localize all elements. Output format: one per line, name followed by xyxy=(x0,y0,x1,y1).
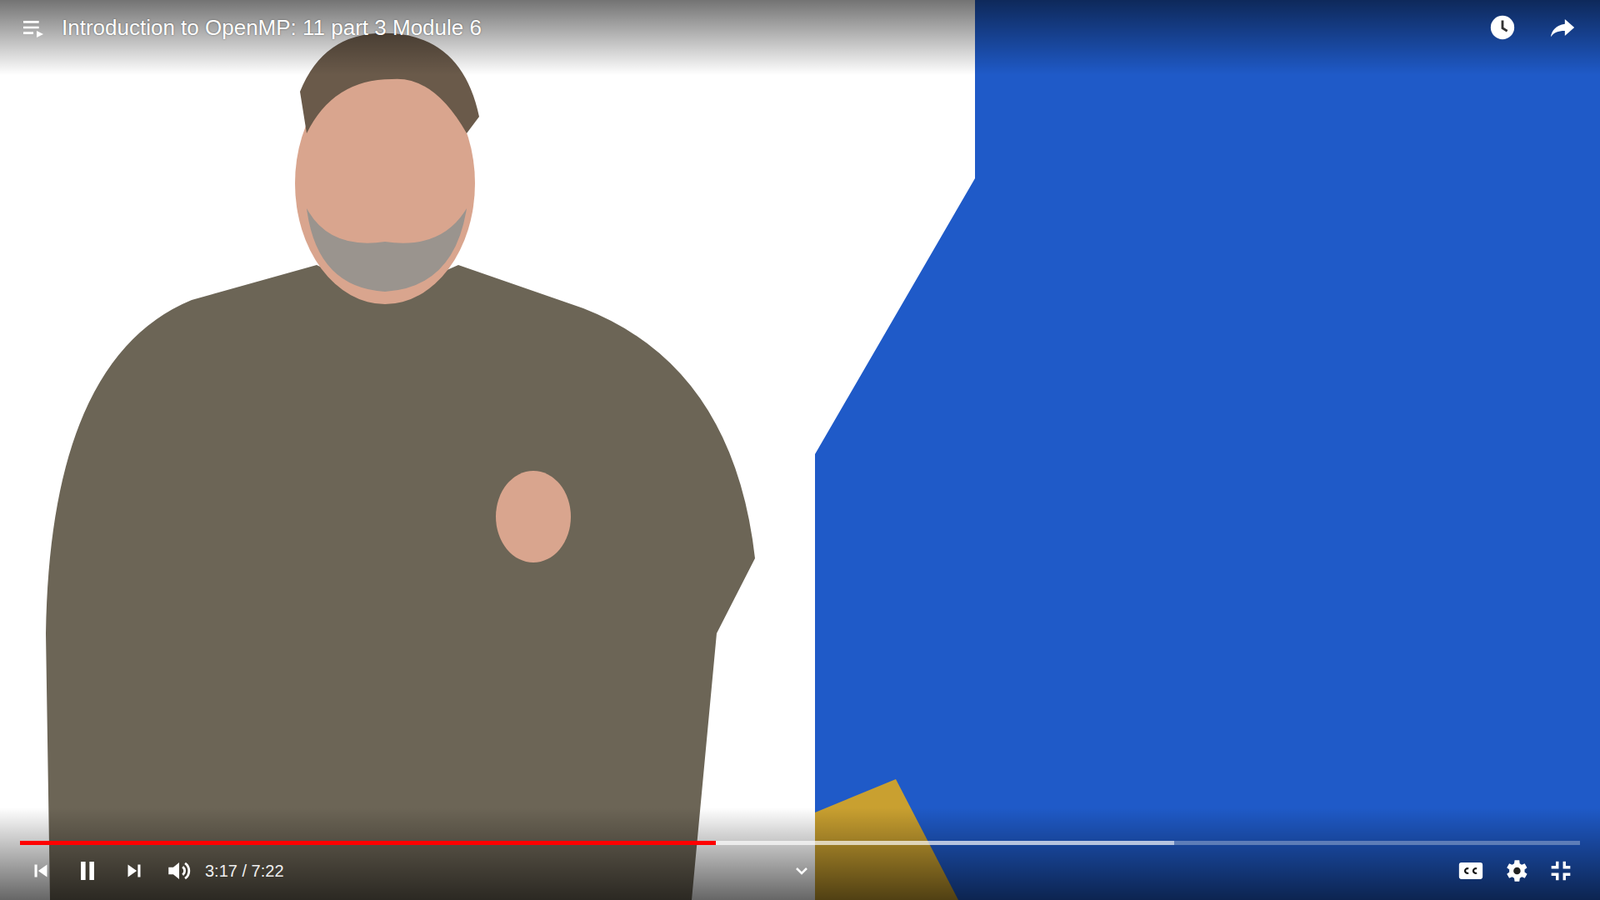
share-arrow-icon[interactable] xyxy=(1548,13,1577,42)
next-icon[interactable] xyxy=(121,858,147,884)
progress-bar[interactable] xyxy=(20,840,1580,845)
played-fill xyxy=(20,840,716,845)
video-frame[interactable] xyxy=(0,0,1600,900)
watch-later-clock-icon[interactable] xyxy=(1488,13,1517,42)
video-player[interactable]: Introduction to OpenMP: 11 part 3 Module… xyxy=(0,0,1600,900)
playlist-icon[interactable] xyxy=(20,14,47,41)
controls-row: 3:17 / 7:22 xyxy=(20,845,1580,895)
left-controls: 3:17 / 7:22 xyxy=(20,855,792,887)
top-bar: Introduction to OpenMP: 11 part 3 Module… xyxy=(0,0,1600,75)
exit-fullscreen-icon[interactable] xyxy=(1546,856,1575,885)
captions-icon[interactable] xyxy=(1456,856,1485,885)
center-controls xyxy=(791,860,812,881)
control-bar: 3:17 / 7:22 xyxy=(0,807,1600,900)
right-controls xyxy=(811,856,1580,885)
volume-icon[interactable] xyxy=(165,856,194,885)
video-title[interactable]: Introduction to OpenMP: 11 part 3 Module… xyxy=(61,15,482,41)
time-display: 3:17 / 7:22 xyxy=(205,861,285,881)
previous-icon[interactable] xyxy=(28,858,54,884)
pause-icon[interactable] xyxy=(71,855,104,887)
chevron-down-icon[interactable] xyxy=(791,860,812,881)
settings-gear-icon[interactable] xyxy=(1501,856,1530,885)
